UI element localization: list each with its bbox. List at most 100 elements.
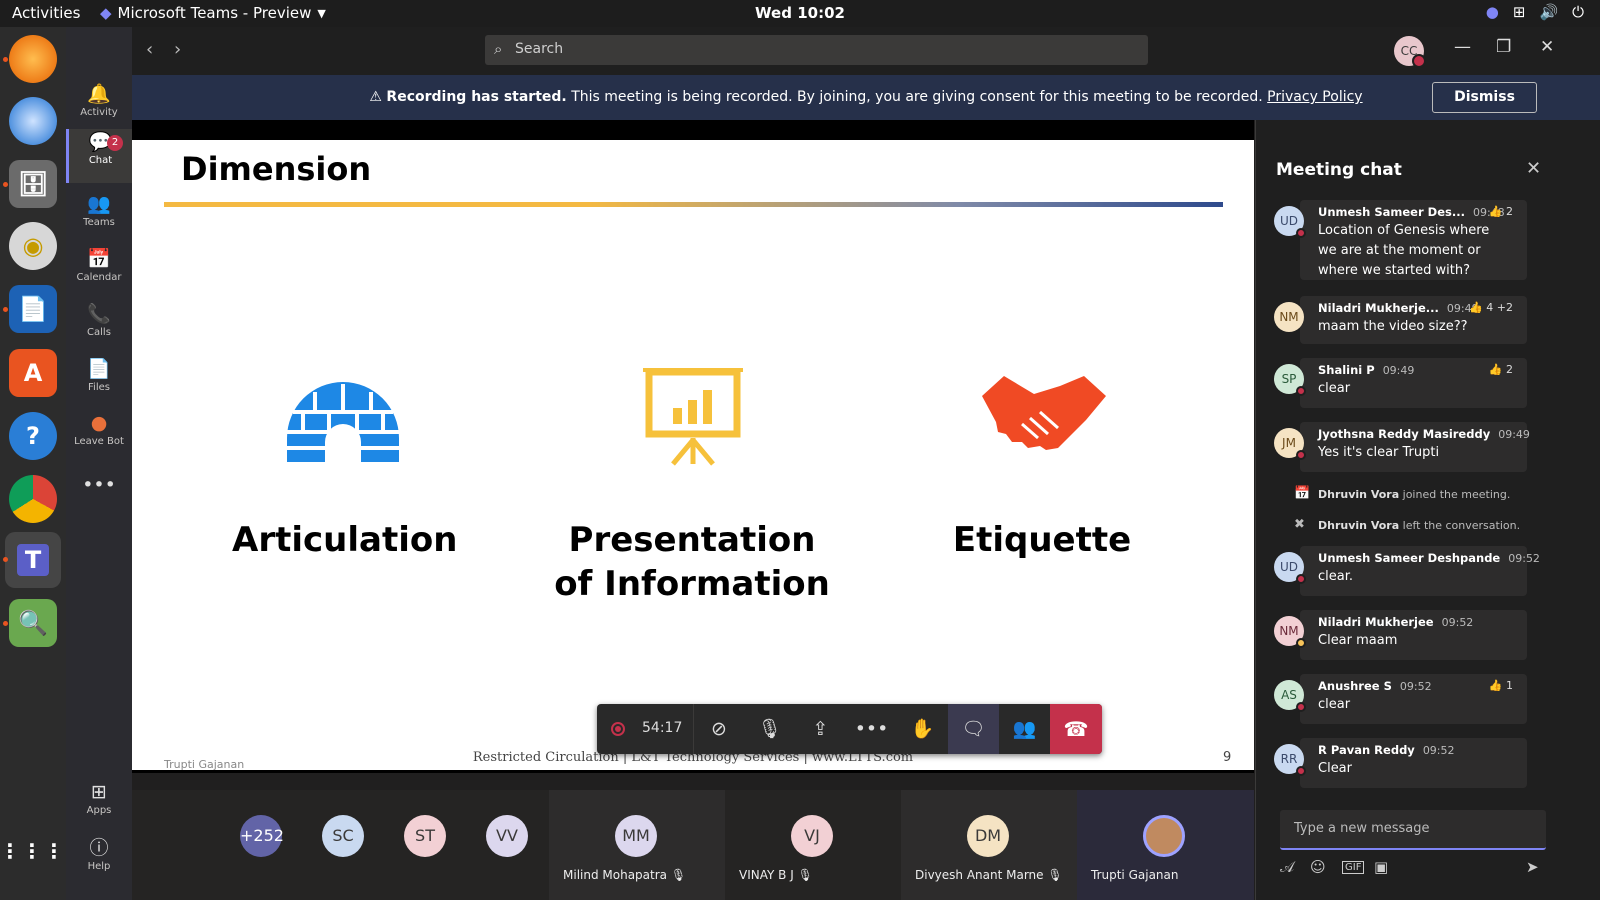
message-compose-input[interactable]: Type a new message xyxy=(1280,810,1546,850)
recording-indicator-icon xyxy=(611,722,625,736)
participant-tile[interactable]: Trupti Gajanan xyxy=(1077,790,1254,900)
app-menu[interactable]: ◆ Microsoft Teams - Preview ▼ xyxy=(100,4,326,22)
chat-message[interactable]: NM Niladri Mukherjee 09:52 Clear maam xyxy=(1274,610,1527,660)
avatar: RR xyxy=(1274,744,1306,776)
calendar-join-icon: 📅 xyxy=(1294,486,1311,501)
warning-icon: ⚠ xyxy=(369,89,382,105)
participant-tile[interactable]: MM Milind Mohapatra 🎙 xyxy=(549,790,725,900)
close-window-button[interactable]: ✕ xyxy=(1540,37,1554,57)
firefox-icon[interactable] xyxy=(9,35,57,83)
image-viewer-icon[interactable]: 🔍 xyxy=(9,599,57,647)
send-icon[interactable]: ➤ xyxy=(1526,858,1539,876)
participant-name: Milind Mohapatra 🎙 xyxy=(563,868,686,882)
system-tray[interactable]: ● ⊞ 🔊 ⏻ xyxy=(1486,3,1584,21)
avatar: NM xyxy=(1274,616,1306,648)
files-icon[interactable]: 🗄 xyxy=(9,160,57,208)
reaction-count[interactable]: 👍 1 xyxy=(1489,679,1513,692)
participant-gallery: +252 SC ST VV MM Milind Mohapatra 🎙 VJ V… xyxy=(132,790,1254,900)
camera-off-button[interactable]: ⊘ xyxy=(693,704,744,754)
more-actions-button[interactable]: ••• xyxy=(846,704,897,754)
power-icon[interactable]: ⏻ xyxy=(1572,3,1584,21)
teams-tray-icon[interactable]: ● xyxy=(1486,3,1499,21)
software-center-icon[interactable]: A xyxy=(9,349,57,397)
running-indicator xyxy=(3,557,8,562)
reaction-count[interactable]: 👍 4 +2 xyxy=(1469,301,1513,314)
leave-call-button[interactable]: ☎ xyxy=(1050,704,1102,754)
chat-message[interactable]: AS Anushree S 09:52 👍 1 clear xyxy=(1274,674,1527,724)
app-dock: 🗄 ◉ 📄 A ? T 🔍 ⋮⋮⋮ xyxy=(0,27,66,900)
rail-item-leave-bot[interactable]: ● Leave Bot xyxy=(66,410,132,464)
participant-avatar[interactable]: SC xyxy=(322,815,364,857)
minimize-button[interactable]: — xyxy=(1454,37,1471,57)
handshake-icon xyxy=(982,376,1106,450)
title-bar: ‹ › ⌕ Search CC — ❐ ✕ xyxy=(132,27,1600,75)
rail-item-activity[interactable]: 🔔 Activity xyxy=(66,81,132,135)
activities-button[interactable]: Activities xyxy=(12,4,80,22)
format-icon[interactable]: 𝒜 xyxy=(1280,858,1294,876)
close-chat-button[interactable]: ✕ xyxy=(1526,158,1541,179)
avatar-initials: RR xyxy=(1280,752,1298,766)
more-apps-button[interactable]: ••• xyxy=(66,472,132,502)
rail-item-label: Leave Bot xyxy=(74,436,124,447)
rail-item-chat[interactable]: 💬 Chat 2 xyxy=(66,129,132,183)
slide-title: Dimension xyxy=(181,150,372,188)
chat-message[interactable]: UD Unmesh Sameer Deshpande 09:52 clear. xyxy=(1274,546,1540,596)
sender-name: Shalini P xyxy=(1318,363,1375,377)
avatar-initials: AS xyxy=(1281,688,1297,702)
running-indicator xyxy=(3,57,8,62)
writer-icon[interactable]: 📄 xyxy=(9,285,57,333)
raise-hand-button[interactable]: ✋ xyxy=(897,704,948,754)
share-screen-button[interactable]: ⇪ xyxy=(795,704,846,754)
search-input[interactable]: ⌕ Search xyxy=(485,35,1148,65)
participant-tile[interactable]: VJ VINAY B J 🎙 xyxy=(725,790,901,900)
rail-item-files[interactable]: 📄 Files xyxy=(66,356,132,410)
emoji-icon[interactable]: ☺ xyxy=(1310,858,1326,876)
profile-avatar[interactable]: CC xyxy=(1394,36,1426,68)
avatar: SP xyxy=(1274,364,1306,396)
avatar-initials: UD xyxy=(1279,214,1299,228)
chat-message[interactable]: RR R Pavan Reddy 09:52 Clear xyxy=(1274,738,1527,788)
mic-muted-button[interactable]: 🎙 xyxy=(744,704,795,754)
chat-message[interactable]: UD Unmesh Sameer Des... 09:48 👍 2 Locatio… xyxy=(1274,200,1527,280)
maximize-button[interactable]: ❐ xyxy=(1496,37,1511,57)
participant-name-text: VINAY B J xyxy=(739,868,794,882)
rail-item-teams[interactable]: 👥 Teams xyxy=(66,191,132,245)
reaction-count[interactable]: 👍 2 xyxy=(1489,363,1513,376)
rail-item-help[interactable]: ⓘ Help xyxy=(66,835,132,889)
presentation-slide: Dimension Articulation Presentation of I… xyxy=(132,140,1254,771)
file-icon: 📄 xyxy=(87,358,111,380)
show-apps-icon[interactable]: ⋮⋮⋮ xyxy=(0,827,64,875)
forward-button[interactable]: › xyxy=(174,39,181,60)
network-icon[interactable]: ⊞ xyxy=(1513,3,1526,21)
chat-toggle-button[interactable]: 🗨 xyxy=(948,704,999,754)
teams-icon: 👥 xyxy=(87,193,111,215)
meeting-controls: 54:17 ⊘ 🎙 ⇪ ••• ✋ 🗨 👥 ☎ xyxy=(597,704,1102,754)
privacy-policy-link[interactable]: Privacy Policy xyxy=(1267,89,1362,105)
chrome-icon[interactable] xyxy=(9,475,57,523)
participant-avatar[interactable]: ST xyxy=(404,815,446,857)
sticker-icon[interactable]: ▣ xyxy=(1374,858,1388,876)
gif-icon[interactable]: GIF xyxy=(1342,861,1365,874)
rail-item-calendar[interactable]: 📅 Calendar xyxy=(66,246,132,300)
rhythmbox-icon[interactable]: ◉ xyxy=(9,222,57,270)
participant-name-text: Divyesh Anant Marne xyxy=(915,868,1044,882)
system-event-action: left the conversation. xyxy=(1402,519,1521,532)
rail-item-calls[interactable]: 📞 Calls xyxy=(66,301,132,355)
participant-tile[interactable]: DM Divyesh Anant Marne 🎙 xyxy=(901,790,1077,900)
reaction-count[interactable]: 👍 2 xyxy=(1489,205,1513,218)
participants-button[interactable]: 👥 xyxy=(999,704,1050,754)
thunderbird-icon[interactable] xyxy=(9,97,57,145)
search-icon: ⌕ xyxy=(494,40,503,58)
overflow-participants-button[interactable]: +252 xyxy=(240,815,284,857)
teams-dock-icon[interactable]: T xyxy=(5,532,61,588)
volume-icon[interactable]: 🔊 xyxy=(1539,3,1558,21)
help-app-icon[interactable]: ? xyxy=(9,412,57,460)
dismiss-button[interactable]: Dismiss xyxy=(1432,82,1537,113)
participant-avatar[interactable]: VV xyxy=(486,815,528,857)
chat-message[interactable]: JM Jyothsna Reddy Masireddy 09:49 Yes it'… xyxy=(1274,422,1530,472)
chat-message[interactable]: NM Niladri Mukherje... 09:49 👍 4 +2 maam … xyxy=(1274,296,1527,344)
chat-message[interactable]: SP Shalini P 09:49 👍 2 clear xyxy=(1274,358,1527,408)
back-button[interactable]: ‹ xyxy=(146,39,153,60)
rail-item-apps[interactable]: ⊞ Apps xyxy=(66,779,132,833)
person-left-icon: ✖ xyxy=(1294,517,1305,532)
